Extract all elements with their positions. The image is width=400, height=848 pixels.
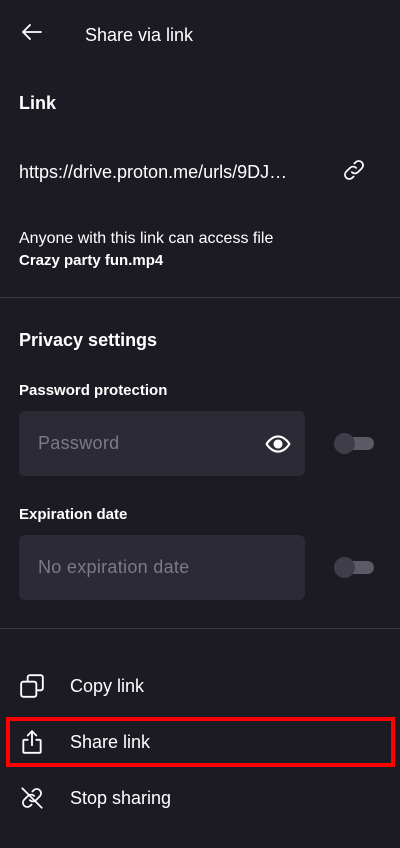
- expiration-field-container: [19, 535, 305, 600]
- back-button[interactable]: [12, 14, 52, 54]
- page-title: Share via link: [85, 25, 194, 45]
- expiration-toggle[interactable]: [334, 557, 374, 578]
- access-description: Anyone with this link can access file: [19, 230, 274, 247]
- copy-link-action[interactable]: Copy link: [0, 658, 400, 714]
- copy-icon: [19, 673, 45, 699]
- expiration-input[interactable]: [38, 557, 288, 578]
- stop-sharing-action[interactable]: Stop sharing: [0, 770, 400, 826]
- arrow-left-icon: [20, 20, 44, 49]
- password-field-container: [19, 411, 305, 476]
- toggle-knob: [334, 557, 355, 578]
- copy-url-button[interactable]: [334, 152, 374, 192]
- link-off-icon: [19, 785, 45, 811]
- stop-sharing-label: Stop sharing: [70, 788, 172, 808]
- privacy-heading: Privacy settings: [19, 330, 158, 350]
- share-link-label: Share link: [70, 732, 151, 752]
- share-link-action[interactable]: Share link: [0, 714, 400, 770]
- password-label: Password protection: [19, 382, 168, 399]
- link-icon: [341, 157, 367, 188]
- toggle-knob: [334, 433, 355, 454]
- share-url: https://drive.proton.me/urls/9DJ…: [19, 162, 288, 182]
- divider: [0, 628, 400, 629]
- file-name: Crazy party fun.mp4: [19, 252, 164, 269]
- copy-link-label: Copy link: [70, 676, 145, 696]
- password-toggle[interactable]: [334, 433, 374, 454]
- eye-icon[interactable]: [265, 431, 291, 457]
- expiration-label: Expiration date: [19, 506, 128, 523]
- share-icon: [19, 729, 45, 755]
- divider: [0, 297, 400, 298]
- link-heading: Link: [19, 93, 57, 113]
- password-input[interactable]: [38, 433, 238, 454]
